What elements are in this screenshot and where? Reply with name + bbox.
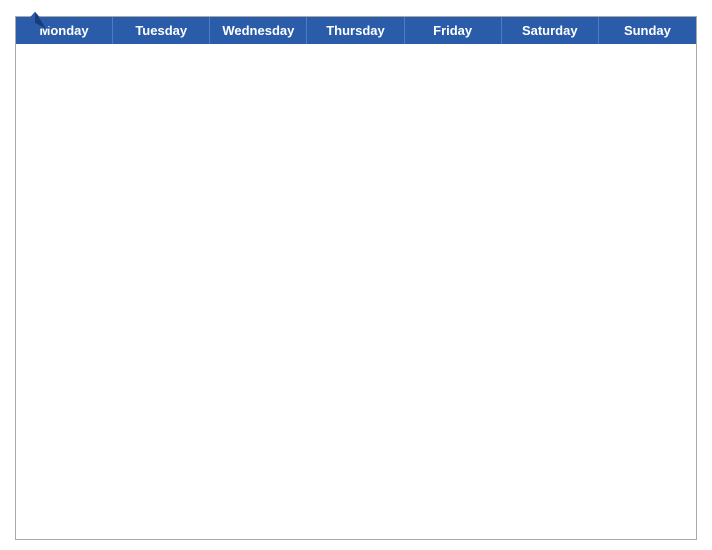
- day-header-wednesday: Wednesday: [210, 17, 307, 44]
- day-header-friday: Friday: [405, 17, 502, 44]
- logo: [15, 10, 57, 32]
- day-header-thursday: Thursday: [307, 17, 404, 44]
- calendar: MondayTuesdayWednesdayThursdayFridaySatu…: [15, 16, 697, 540]
- days-header: MondayTuesdayWednesdayThursdayFridaySatu…: [16, 17, 696, 44]
- day-header-tuesday: Tuesday: [113, 17, 210, 44]
- day-header-saturday: Saturday: [502, 17, 599, 44]
- logo-icon: [15, 10, 55, 32]
- weeks-container: [16, 44, 696, 539]
- day-header-sunday: Sunday: [599, 17, 696, 44]
